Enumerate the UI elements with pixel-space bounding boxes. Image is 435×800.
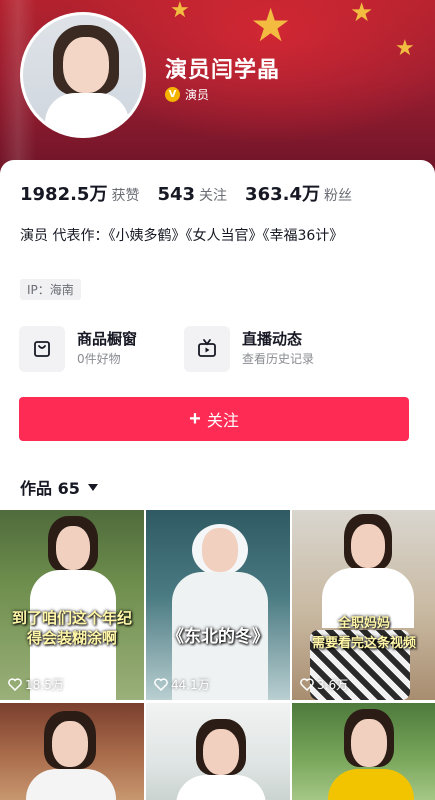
stat-label: 粉丝	[323, 188, 352, 204]
avatar-body	[45, 93, 129, 135]
flag-star-icon: ★	[170, 0, 190, 23]
works-tab-label: 作品 65	[20, 479, 80, 498]
shop-icon-box	[19, 326, 65, 372]
caret-down-icon	[87, 483, 98, 491]
likes-count: 3.6万	[300, 676, 348, 693]
verified-icon: V	[165, 87, 180, 102]
stat-followers[interactable]: 363.4万 粉丝	[245, 180, 352, 206]
person-body	[176, 775, 266, 800]
entry-title: 商品橱窗	[77, 330, 138, 348]
person-body	[26, 769, 116, 800]
stat-label: 获赞	[111, 188, 140, 204]
plus-icon: +	[189, 408, 201, 430]
video-caption: 《东北的冬》	[167, 627, 269, 647]
likes-value: 3.6万	[317, 678, 349, 692]
person-face	[52, 721, 88, 767]
verification: V 演员	[165, 86, 209, 103]
likes-count: 44.1万	[154, 676, 210, 693]
video-thumbnail[interactable]: 《东北的冬》 44.1万	[146, 510, 290, 700]
likes-count: 18.5万	[8, 676, 64, 693]
video-caption: 到了咱们这个年纪 得会装糊涂啊	[11, 609, 132, 647]
tv-icon	[198, 339, 216, 357]
stat-value: 1982.5万	[20, 184, 108, 205]
likes-value: 18.5万	[25, 678, 64, 692]
person-face	[202, 528, 238, 572]
flag-star-icon: ★	[250, 0, 292, 52]
video-thumbnail[interactable]	[0, 703, 144, 800]
flag-star-icon: ★	[350, 0, 374, 28]
heart-icon	[8, 678, 22, 691]
stat-label: 关注	[199, 188, 228, 204]
person-face	[56, 526, 90, 570]
entry-title: 直播动态	[242, 330, 303, 348]
live-icon-box	[184, 326, 230, 372]
profile-bio: 演员 代表作：《小姨多鹤》《女人当官》《幸福36计》	[20, 228, 344, 244]
follow-button-label: 关注	[206, 413, 239, 430]
heart-icon	[300, 678, 314, 691]
video-caption: 全职妈妈 需要看完这条视频	[311, 616, 416, 651]
verification-label: 演员	[185, 88, 210, 102]
likes-value: 44.1万	[171, 678, 210, 692]
stat-value: 363.4万	[245, 184, 320, 205]
avatar[interactable]	[20, 12, 146, 138]
profile-name: 演员闫学晶	[165, 58, 281, 83]
live-history-entry[interactable]: 直播动态 查看历史记录	[184, 326, 314, 372]
heart-icon	[154, 678, 168, 691]
entry-subtitle: 查看历史记录	[242, 352, 315, 366]
video-thumbnail[interactable]	[292, 703, 435, 800]
video-thumbnail[interactable]: 全职妈妈 需要看完这条视频 3.6万	[292, 510, 435, 700]
tab-works[interactable]: 作品 65	[20, 475, 98, 499]
shopping-bag-icon	[34, 341, 50, 357]
person-face	[351, 719, 387, 767]
ip-location-badge: IP：海南	[20, 279, 81, 300]
stat-likes: 1982.5万 获赞	[20, 180, 139, 206]
person-face	[351, 524, 385, 568]
follow-button[interactable]: + 关注	[19, 397, 409, 441]
person-face	[203, 729, 239, 775]
person-body	[328, 769, 414, 800]
shop-window-entry[interactable]: 商品橱窗 0件好物	[19, 326, 137, 372]
flag-star-icon: ★	[395, 36, 415, 61]
stats-row: 1982.5万 获赞 543 关注 363.4万 粉丝	[20, 180, 370, 206]
avatar-face	[63, 37, 109, 93]
video-thumbnail[interactable]: 到了咱们这个年纪 得会装糊涂啊 18.5万	[0, 510, 144, 700]
entry-subtitle: 0件好物	[77, 352, 121, 366]
stat-value: 543	[157, 184, 196, 205]
video-thumbnail[interactable]	[146, 703, 290, 800]
stat-following[interactable]: 543 关注	[157, 184, 227, 205]
